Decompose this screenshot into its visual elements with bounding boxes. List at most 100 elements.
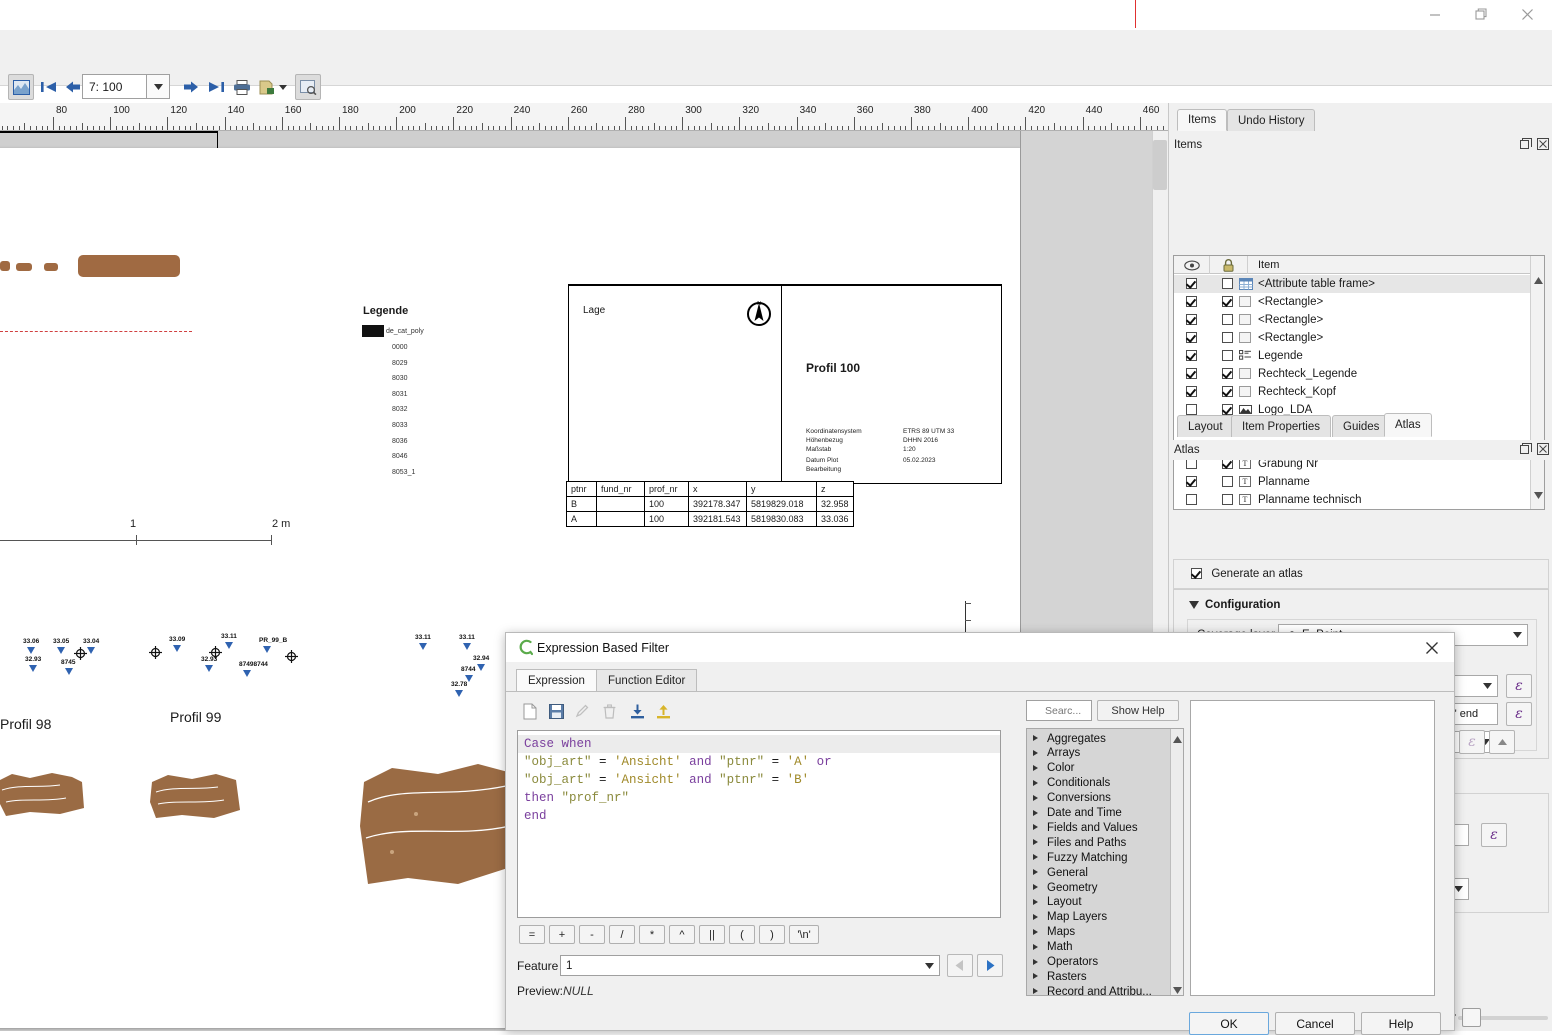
title-block-frame[interactable] <box>782 284 1002 484</box>
window-maximize-button[interactable] <box>1458 0 1504 29</box>
item-lock-checkbox[interactable] <box>1222 404 1233 415</box>
item-visibility-checkbox[interactable] <box>1186 332 1197 343</box>
item-visibility-checkbox[interactable] <box>1186 404 1197 415</box>
atlas-panel-close-button[interactable] <box>1536 443 1549 456</box>
items-scroll-up-icon[interactable] <box>1533 276 1543 286</box>
operator-button-sym[interactable]: / <box>609 925 635 944</box>
zoom-slider-thumb[interactable] <box>1462 1008 1481 1027</box>
operator-button-sym[interactable]: ^ <box>669 925 695 944</box>
output-filename-expression-button[interactable]: ε <box>1481 823 1507 847</box>
lock-icon[interactable] <box>1210 256 1248 274</box>
item-visibility-checkbox[interactable] <box>1186 386 1197 397</box>
operator-button-sym[interactable]: - <box>579 925 605 944</box>
expand-triangle-icon[interactable] <box>1033 988 1038 995</box>
feature-dropdown-arrow[interactable] <box>920 956 939 975</box>
operator-button-n[interactable]: '\n' <box>789 925 819 944</box>
item-lock-checkbox[interactable] <box>1222 278 1233 289</box>
function-search-input[interactable]: Searc... <box>1026 700 1092 721</box>
items-scroll-down-icon[interactable] <box>1533 491 1543 501</box>
expression-editor[interactable]: Case when "obj_art" = 'Ansicht' and "ptnr… <box>517 730 1001 918</box>
window-close-button[interactable] <box>1504 0 1550 29</box>
import-icon[interactable] <box>626 700 648 722</box>
dialog-close-button[interactable] <box>1422 638 1442 658</box>
atlas-settings-icon[interactable] <box>295 74 321 100</box>
function-group-row[interactable]: Map Layers <box>1027 910 1171 925</box>
operator-button-sym[interactable]: ( <box>729 925 755 944</box>
items-tree-row[interactable]: Legende <box>1174 347 1530 365</box>
help-button[interactable]: Help <box>1361 1012 1441 1035</box>
preview-atlas-icon[interactable] <box>8 74 34 100</box>
function-group-row[interactable]: Files and Paths <box>1027 835 1171 850</box>
feature-combo[interactable]: 1 <box>560 955 940 976</box>
tab-guides[interactable]: Guides <box>1332 415 1391 437</box>
function-group-row[interactable]: Maps <box>1027 925 1171 940</box>
expand-triangle-icon[interactable] <box>1033 764 1038 771</box>
items-tree-row[interactable]: <Attribute table frame> <box>1174 275 1530 293</box>
operator-button-sym[interactable]: + <box>549 925 575 944</box>
function-group-row[interactable]: Conversions <box>1027 791 1171 806</box>
item-lock-checkbox[interactable] <box>1222 386 1233 397</box>
function-scroll-up-icon[interactable] <box>1173 732 1182 746</box>
item-lock-checkbox[interactable] <box>1222 332 1233 343</box>
items-tree-row[interactable]: <Rectangle> <box>1174 293 1530 311</box>
next-feature-button[interactable] <box>977 954 1003 977</box>
atlas-page-input[interactable]: 7: 100 <box>82 74 146 99</box>
window-minimize-button[interactable] <box>1412 0 1458 29</box>
export-dropdown-arrow[interactable] <box>276 74 290 100</box>
function-group-row[interactable]: Conditionals <box>1027 776 1171 791</box>
items-tree[interactable]: Item <Attribute table frame> <Rectangle> <… <box>1173 255 1545 510</box>
function-scroll-down-icon[interactable] <box>1173 983 1182 995</box>
item-visibility-checkbox[interactable] <box>1186 350 1197 361</box>
item-lock-checkbox[interactable] <box>1222 476 1233 487</box>
expand-triangle-icon[interactable] <box>1033 794 1038 801</box>
function-group-row[interactable]: Fields and Values <box>1027 820 1171 835</box>
function-group-row[interactable]: Arrays <box>1027 746 1171 761</box>
item-lock-checkbox[interactable] <box>1222 296 1233 307</box>
expand-triangle-icon[interactable] <box>1033 913 1038 920</box>
sort-direction-button[interactable] <box>1489 730 1515 754</box>
previous-feature-button[interactable] <box>947 954 973 977</box>
items-tree-row[interactable]: Rechteck_Kopf <box>1174 383 1530 401</box>
next-feature-icon[interactable] <box>178 74 204 100</box>
tab-undo-history[interactable]: Undo History <box>1227 109 1316 131</box>
items-tree-row[interactable]: T Planname technisch <box>1174 491 1530 509</box>
new-file-icon[interactable] <box>519 700 541 722</box>
item-lock-checkbox[interactable] <box>1222 314 1233 325</box>
canvas-scroll-thumb[interactable] <box>1153 140 1167 190</box>
function-group-row[interactable]: Date and Time <box>1027 806 1171 821</box>
tab-atlas[interactable]: Atlas <box>1384 413 1432 437</box>
function-group-row[interactable]: Geometry <box>1027 880 1171 895</box>
atlas-page-dropdown[interactable] <box>146 74 170 99</box>
print-atlas-icon[interactable] <box>229 74 255 100</box>
item-visibility-checkbox[interactable] <box>1186 314 1197 325</box>
items-tree-scrollbar[interactable] <box>1530 256 1544 509</box>
expand-triangle-icon[interactable] <box>1033 749 1038 756</box>
expand-triangle-icon[interactable] <box>1033 928 1038 935</box>
items-tree-row[interactable]: <Rectangle> <box>1174 329 1530 347</box>
operator-button-sym[interactable]: * <box>639 925 665 944</box>
expand-triangle-icon[interactable] <box>1033 735 1038 741</box>
function-group-row[interactable]: Color <box>1027 761 1171 776</box>
expand-triangle-icon[interactable] <box>1033 809 1038 816</box>
item-lock-checkbox[interactable] <box>1222 494 1233 505</box>
page-name-dropdown-arrow[interactable] <box>1477 676 1497 696</box>
operator-button-sym[interactable]: = <box>519 925 545 944</box>
item-visibility-checkbox[interactable] <box>1186 476 1197 487</box>
item-visibility-checkbox[interactable] <box>1186 494 1197 505</box>
item-lock-checkbox[interactable] <box>1222 350 1233 361</box>
configuration-collapse-toggle[interactable]: Configuration <box>1189 599 1280 611</box>
operator-button-sym[interactable]: ) <box>759 925 785 944</box>
function-group-row[interactable]: Aggregates <box>1027 731 1171 746</box>
items-tree-row[interactable]: T Planname <box>1174 473 1530 491</box>
function-group-row[interactable]: Rasters <box>1027 969 1171 984</box>
function-group-row[interactable]: Layout <box>1027 895 1171 910</box>
atlas-panel-float-button[interactable] <box>1519 443 1532 456</box>
eye-icon[interactable] <box>1174 256 1210 274</box>
expand-triangle-icon[interactable] <box>1033 973 1038 980</box>
item-lock-checkbox[interactable] <box>1222 368 1233 379</box>
expand-triangle-icon[interactable] <box>1033 958 1038 965</box>
items-panel-close-button[interactable] <box>1536 138 1549 151</box>
item-visibility-checkbox[interactable] <box>1186 296 1197 307</box>
items-panel-float-button[interactable] <box>1519 138 1532 151</box>
operator-button-sym[interactable]: || <box>699 925 725 944</box>
